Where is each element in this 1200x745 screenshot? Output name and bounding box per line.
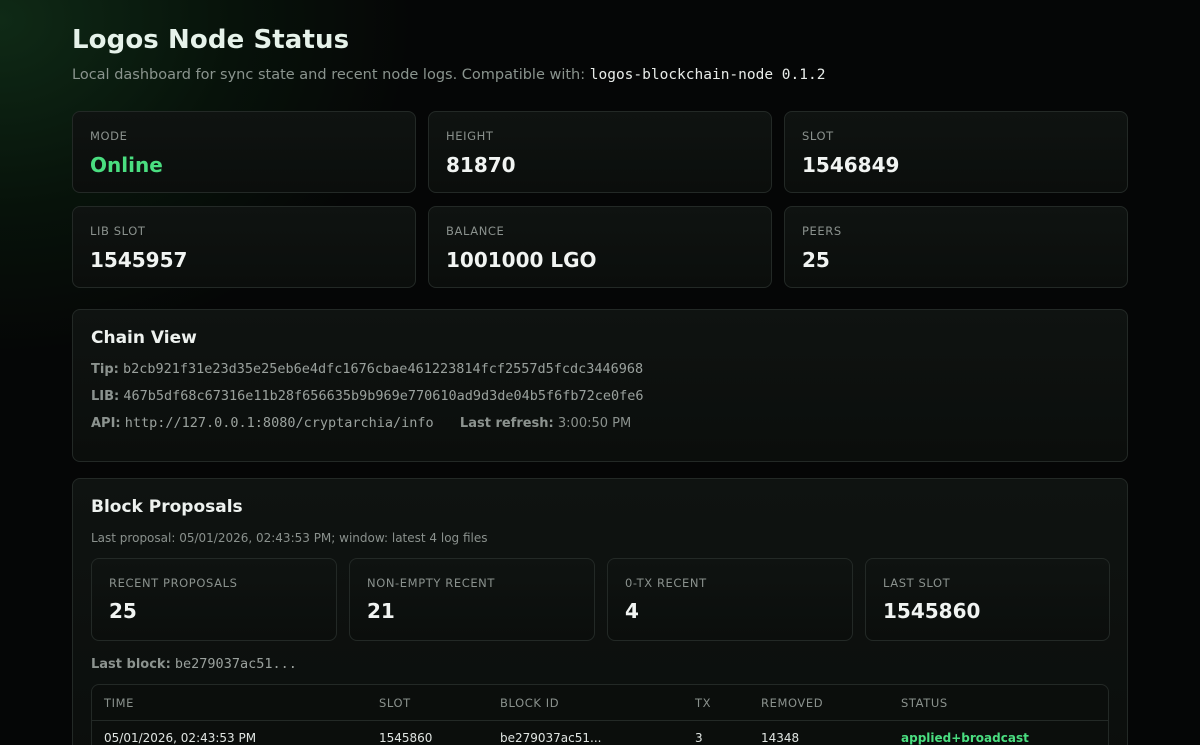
stat-label: SLOT <box>802 129 834 143</box>
table-cell-time: 05/01/2026, 02:43:53 PM <box>104 731 257 745</box>
subtitle-text: Local dashboard for sync state and recen… <box>72 67 586 83</box>
last-block-row: Last block: be279037ac51... <box>91 656 297 672</box>
table-cell-tx: 3 <box>695 731 703 745</box>
column-header: TIME <box>104 696 135 710</box>
stat-card-balance: BALANCE 1001000 LGO <box>428 206 772 288</box>
mini-card-recent-proposals: RECENT PROPOSALS 25 <box>91 558 337 641</box>
balance-value: 1001000 LGO <box>446 248 597 272</box>
column-header: SLOT <box>379 696 411 710</box>
stat-label: LIB SLOT <box>90 224 146 238</box>
lib-slot-value: 1545957 <box>90 248 188 272</box>
stat-card-peers: PEERS 25 <box>784 206 1128 288</box>
stat-card-lib-slot: LIB SLOT 1545957 <box>72 206 416 288</box>
stat-card-slot: SLOT 1546849 <box>784 111 1128 193</box>
stat-label: MODE <box>90 129 128 143</box>
column-header: TX <box>695 696 712 710</box>
api-row: API: http://127.0.0.1:8080/cryptarchia/i… <box>91 415 631 431</box>
stat-card-height: HEIGHT 81870 <box>428 111 772 193</box>
last-block-id: be279037ac51... <box>174 656 297 672</box>
api-url[interactable]: http://127.0.0.1:8080/cryptarchia/info <box>125 415 434 431</box>
stat-label: PEERS <box>802 224 842 238</box>
mini-card-0tx-recent: 0-TX RECENT 4 <box>607 558 853 641</box>
height-value: 81870 <box>446 153 516 177</box>
compat-version: logos-blockchain-node 0.1.2 <box>589 67 826 83</box>
stat-card-mode: MODE Online <box>72 111 416 193</box>
refresh-time: 3:00:50 PM <box>557 416 632 431</box>
last-slot-value: 1545860 <box>883 599 981 623</box>
zero-tx-recent-value: 4 <box>625 599 639 623</box>
stat-label: BALANCE <box>446 224 505 238</box>
tip-row: Tip: b2cb921f31e23d35e25eb6e4dfc1676cbae… <box>91 361 643 377</box>
api-label: API: <box>91 416 121 431</box>
header-divider <box>92 720 1108 721</box>
lib-row: LIB: 467b5df68c67316e11b28f656635b9b969e… <box>91 388 644 404</box>
mini-label: NON-EMPTY RECENT <box>367 576 496 590</box>
peers-value: 25 <box>802 248 830 272</box>
lib-label: LIB: <box>91 389 120 404</box>
recent-proposals-value: 25 <box>109 599 137 623</box>
page-subtitle: Local dashboard for sync state and recen… <box>72 67 825 83</box>
mini-label: 0-TX RECENT <box>625 576 707 590</box>
proposals-table: TIME SLOT BLOCK ID TX REMOVED STATUS 05/… <box>91 684 1109 745</box>
block-proposals-panel: Block Proposals Last proposal: 05/01/202… <box>72 478 1128 745</box>
mini-card-non-empty-recent: NON-EMPTY RECENT 21 <box>349 558 595 641</box>
mini-label: RECENT PROPOSALS <box>109 576 238 590</box>
page-title: Logos Node Status <box>72 25 350 55</box>
block-proposals-title: Block Proposals <box>91 497 243 517</box>
stat-label: HEIGHT <box>446 129 494 143</box>
mode-value: Online <box>90 153 163 177</box>
slot-value: 1546849 <box>802 153 900 177</box>
table-cell-slot: 1545860 <box>379 731 433 745</box>
chain-view-panel: Chain View Tip: b2cb921f31e23d35e25eb6e4… <box>72 309 1128 462</box>
column-header: BLOCK ID <box>500 696 560 710</box>
lib-hash: 467b5df68c67316e11b28f656635b9b969e77061… <box>123 388 644 404</box>
column-header: STATUS <box>901 696 948 710</box>
table-cell-status: applied+broadcast <box>901 731 1029 745</box>
tip-label: Tip: <box>91 362 119 377</box>
last-block-label: Last block: <box>91 657 171 672</box>
tip-hash: b2cb921f31e23d35e25eb6e4dfc1676cbae46122… <box>122 361 644 377</box>
chain-view-title: Chain View <box>91 328 197 348</box>
refresh-label: Last refresh: <box>459 416 554 431</box>
column-header: REMOVED <box>761 696 824 710</box>
non-empty-recent-value: 21 <box>367 599 395 623</box>
mini-card-last-slot: LAST SLOT 1545860 <box>865 558 1110 641</box>
table-cell-removed: 14348 <box>761 731 800 745</box>
last-proposal-meta: Last proposal: 05/01/2026, 02:43:53 PM; … <box>91 531 488 545</box>
table-cell-block-id: be279037ac51... <box>500 731 602 745</box>
mini-label: LAST SLOT <box>883 576 951 590</box>
